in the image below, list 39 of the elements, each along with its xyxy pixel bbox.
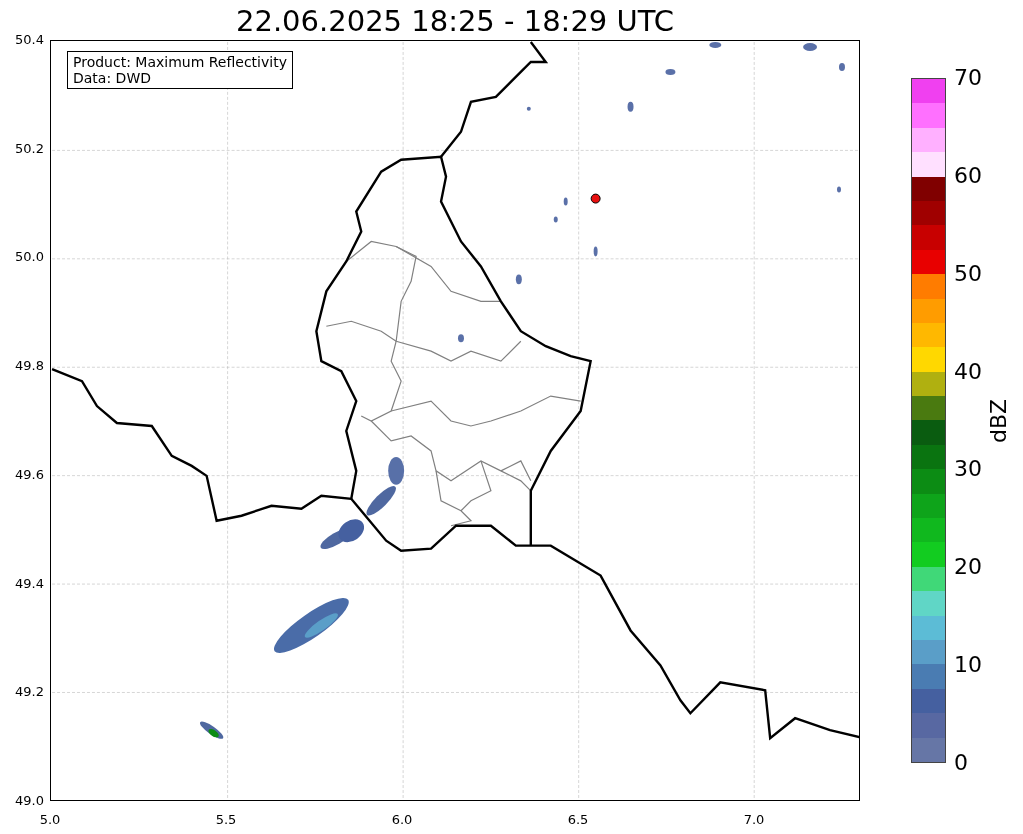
axis-tick-label: 5.5	[214, 812, 238, 828]
location-marker	[590, 193, 601, 204]
colorbar-tick-label: 0	[954, 749, 969, 776]
radar-echo	[515, 274, 522, 285]
axis-tick-label: 7.0	[742, 812, 766, 828]
axis-tick-label: 50.2	[15, 140, 44, 157]
colorbar-tick-label: 30	[954, 456, 982, 483]
radar-echo	[563, 197, 568, 206]
axis-tick-label: 49.6	[15, 466, 44, 483]
axis-tick-label: 6.0	[390, 812, 414, 828]
radar-echo	[526, 106, 531, 111]
radar-echo	[709, 42, 722, 48]
radar-echo	[338, 519, 365, 543]
radar-echo	[803, 43, 818, 51]
radar-echo	[837, 186, 841, 193]
radar-echo	[839, 62, 845, 71]
radar-echo	[458, 334, 464, 343]
axis-tick-label: 49.4	[15, 575, 44, 592]
axis-tick-label: 49.8	[15, 358, 44, 375]
axis-tick-label: 50.4	[15, 32, 44, 48]
colorbar-tick-label: 50	[954, 260, 982, 287]
axis-tick-label: 5.0	[38, 812, 62, 828]
radar-echo	[627, 101, 634, 112]
axis-tick-label: 50.0	[15, 249, 44, 266]
colorbar-tick-label: 10	[954, 652, 982, 679]
axis-tick-label: 6.5	[566, 812, 590, 828]
radar-echo	[593, 246, 598, 257]
info-text: Data: DWD	[73, 70, 152, 86]
info-text: Product: Maximum Reflectivity	[73, 54, 287, 70]
chart-title: 22.06.2025 18:25 - 18:29 UTC	[236, 4, 674, 38]
axis-tick-label: 49.0	[15, 792, 44, 809]
colorbar-tick-label: 20	[954, 554, 982, 581]
radar-echo	[665, 68, 676, 75]
colorbar-tick-label: 70	[954, 65, 982, 91]
axis-tick-label: 49.2	[15, 684, 44, 701]
radar-echo	[553, 216, 558, 223]
colorbar-tick-label: 40	[954, 358, 982, 385]
colorbar-tick-label: 60	[954, 162, 982, 189]
colorbar-label: dBZ	[986, 397, 1012, 445]
